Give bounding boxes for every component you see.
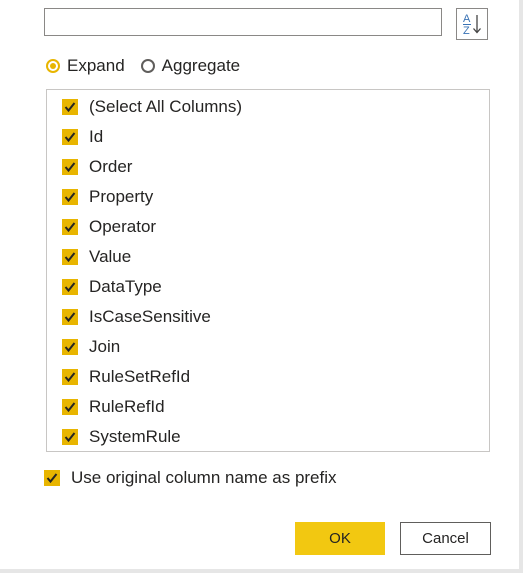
radio-selected-icon xyxy=(46,59,60,73)
list-item[interactable]: SystemRule xyxy=(62,426,181,448)
list-item-label: IsCaseSensitive xyxy=(89,307,211,326)
window-edge-right xyxy=(519,0,523,573)
checkbox-checked-icon[interactable] xyxy=(62,99,78,115)
list-item-label: Operator xyxy=(89,217,157,236)
list-item[interactable]: IsCaseSensitive xyxy=(62,306,211,328)
checkbox-checked-icon[interactable] xyxy=(62,369,78,385)
list-item-label: SystemRule xyxy=(89,427,181,446)
list-item[interactable]: Operator xyxy=(62,216,156,238)
svg-text:Z: Z xyxy=(463,25,470,37)
list-item-label: Property xyxy=(89,187,154,206)
ok-button[interactable]: OK xyxy=(295,522,385,555)
radio-expand-label: Expand xyxy=(67,56,125,75)
checkbox-checked-icon[interactable] xyxy=(44,470,60,486)
list-item-label: (Select All Columns) xyxy=(89,97,243,116)
list-item-label: Value xyxy=(89,247,132,266)
search-input[interactable] xyxy=(44,8,442,36)
radio-aggregate-label: Aggregate xyxy=(161,56,241,75)
checkbox-checked-icon[interactable] xyxy=(62,219,78,235)
checkbox-checked-icon[interactable] xyxy=(62,279,78,295)
radio-expand[interactable]: Expand xyxy=(46,56,125,76)
checkbox-checked-icon[interactable] xyxy=(62,429,78,445)
list-item-label: RuleSetRefId xyxy=(89,367,191,386)
checkbox-checked-icon[interactable] xyxy=(62,189,78,205)
list-item-label: Join xyxy=(89,337,121,356)
list-item-label: RuleRefId xyxy=(89,397,165,416)
list-item-select-all[interactable]: (Select All Columns) xyxy=(62,96,242,118)
list-item[interactable]: Order xyxy=(62,156,132,178)
checkbox-checked-icon[interactable] xyxy=(62,159,78,175)
sort-az-icon: A Z xyxy=(463,13,481,37)
svg-text:A: A xyxy=(463,13,471,25)
checkbox-checked-icon[interactable] xyxy=(62,249,78,265)
sort-az-button[interactable]: A Z xyxy=(456,8,488,40)
prefix-option-label: Use original column name as prefix xyxy=(71,468,337,487)
checkbox-checked-icon[interactable] xyxy=(62,309,78,325)
list-item-label: Order xyxy=(89,157,133,176)
checkbox-checked-icon[interactable] xyxy=(62,399,78,415)
checkbox-checked-icon[interactable] xyxy=(62,339,78,355)
mode-radio-group: Expand Aggregate xyxy=(46,56,256,76)
list-item[interactable]: RuleSetRefId xyxy=(62,366,190,388)
cancel-button[interactable]: Cancel xyxy=(400,522,491,555)
radio-aggregate[interactable]: Aggregate xyxy=(140,56,241,76)
window-edge-bottom xyxy=(0,569,523,573)
prefix-option[interactable]: Use original column name as prefix xyxy=(44,468,337,488)
list-item[interactable]: DataType xyxy=(62,276,162,298)
column-list[interactable]: (Select All Columns) Id Order Property O… xyxy=(46,89,490,452)
list-item[interactable]: Value xyxy=(62,246,131,268)
checkbox-checked-icon[interactable] xyxy=(62,129,78,145)
list-item[interactable]: RuleRefId xyxy=(62,396,165,418)
list-item-label: Id xyxy=(89,127,104,146)
list-item[interactable]: Join xyxy=(62,336,120,358)
list-item[interactable]: Property xyxy=(62,186,153,208)
radio-unselected-icon xyxy=(140,59,155,73)
list-item[interactable]: Id xyxy=(62,126,103,148)
list-item-label: DataType xyxy=(89,277,162,296)
